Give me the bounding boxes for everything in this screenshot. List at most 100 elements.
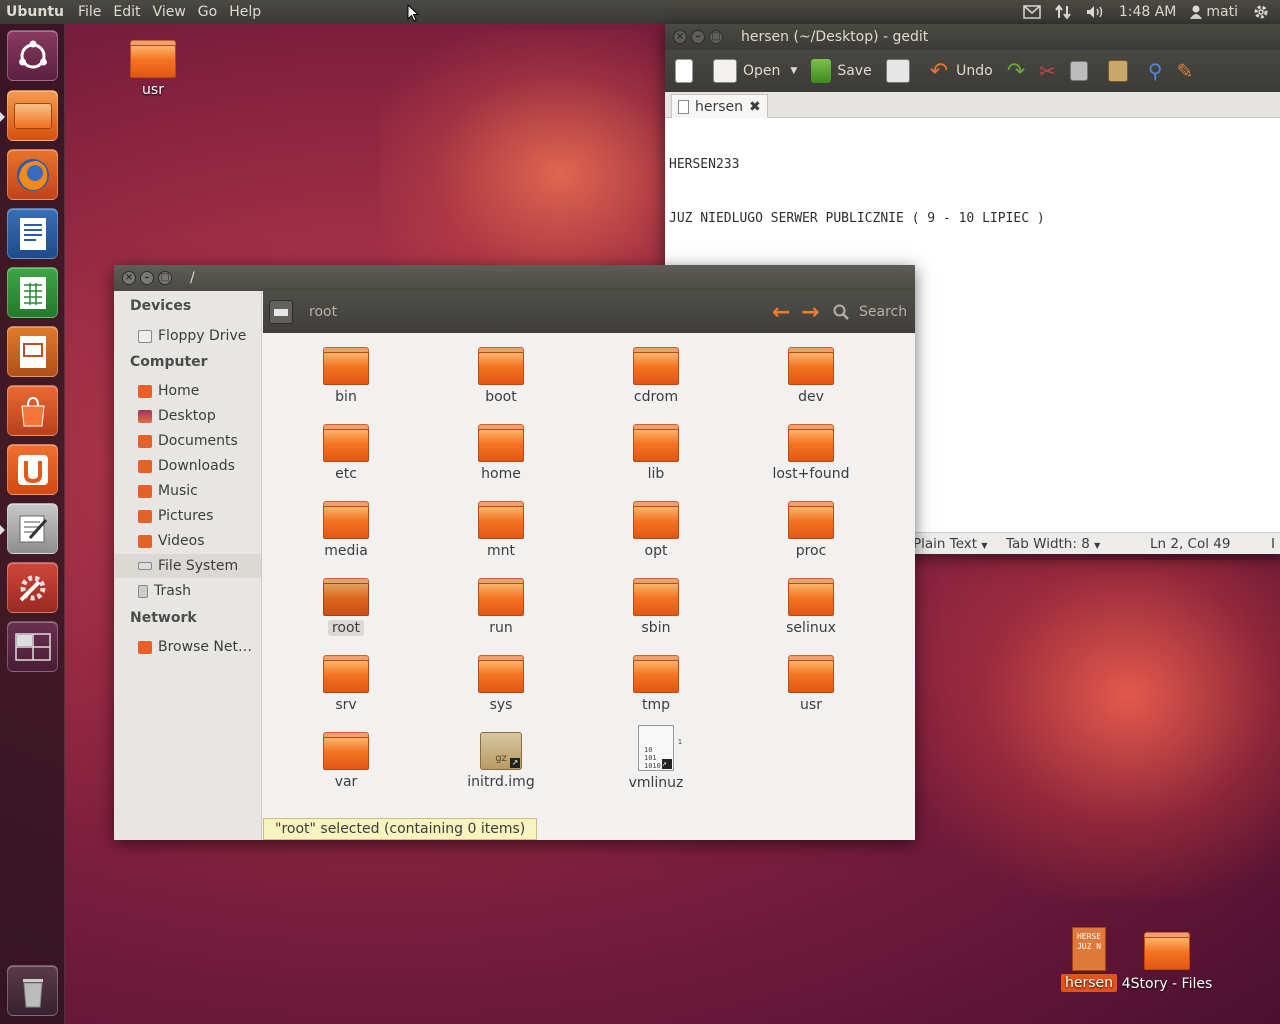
find-replace-icon: ✎ xyxy=(1176,59,1194,83)
forward-arrow-icon[interactable]: → xyxy=(801,300,819,325)
close-button[interactable]: × xyxy=(673,30,687,44)
desktop-icon-label: hersen xyxy=(1060,974,1118,992)
paste-button[interactable] xyxy=(1107,60,1134,82)
desktop-icon-4story[interactable]: 4Story - Files xyxy=(1116,932,1218,992)
file-item[interactable]: boot xyxy=(446,347,556,405)
sidebar-header-devices: Devices xyxy=(130,298,192,314)
text-editor-launcher[interactable] xyxy=(7,503,58,554)
file-item[interactable]: selinux xyxy=(756,578,866,636)
text-editor-icon xyxy=(19,515,47,542)
minimize-button[interactable]: – xyxy=(691,30,705,44)
redo-button[interactable]: ↷ xyxy=(1007,59,1025,84)
gedit-titlebar[interactable]: × – □ hersen (~/Desktop) - gedit xyxy=(665,24,1280,50)
chevron-down-icon[interactable]: ▼ xyxy=(790,66,797,76)
file-item-selected[interactable]: root xyxy=(291,578,401,636)
save-button[interactable]: Save xyxy=(811,59,872,83)
tab-width-label: Tab Width: 8 xyxy=(1006,535,1090,552)
user-name: mati xyxy=(1206,4,1238,20)
sidebar-item-videos[interactable]: Videos xyxy=(114,529,261,553)
menu-file[interactable]: File xyxy=(72,4,107,20)
copy-button[interactable] xyxy=(1069,61,1094,81)
volume-icon[interactable] xyxy=(1085,4,1105,20)
print-button[interactable] xyxy=(885,59,916,83)
file-item[interactable]: mnt xyxy=(446,501,556,559)
file-item[interactable]: lib xyxy=(601,424,711,482)
files-launcher[interactable] xyxy=(7,90,58,141)
open-button[interactable]: Open ▼ xyxy=(713,59,797,83)
desktop-icon-usr[interactable]: usr xyxy=(108,40,198,98)
trash-launcher[interactable] xyxy=(7,965,58,1016)
file-item[interactable]: run xyxy=(446,578,556,636)
file-item[interactable]: sys xyxy=(446,655,556,713)
save-icon xyxy=(811,59,832,83)
sidebar-item-documents[interactable]: Documents xyxy=(114,429,261,453)
sidebar-item-downloads[interactable]: Downloads xyxy=(114,454,261,478)
location-label[interactable]: root xyxy=(309,304,337,320)
ubuntu-one-launcher[interactable] xyxy=(7,444,58,495)
workspace-switcher-launcher[interactable] xyxy=(7,621,58,672)
root-crumb-button[interactable] xyxy=(269,300,293,324)
document-tab[interactable]: hersen ✖ xyxy=(671,94,768,118)
gear-icon[interactable] xyxy=(1252,3,1270,21)
impress-launcher[interactable] xyxy=(7,326,58,377)
close-button[interactable]: × xyxy=(122,271,136,285)
writer-launcher[interactable] xyxy=(7,208,58,259)
file-item[interactable]: gz ↗ initrd.img xyxy=(446,732,556,790)
menu-edit[interactable]: Edit xyxy=(107,4,146,20)
undo-button[interactable]: ↶ Undo xyxy=(930,59,993,84)
network-icon[interactable] xyxy=(1055,4,1071,20)
language-label: Plain Text xyxy=(913,535,978,552)
app-name[interactable]: Ubuntu xyxy=(0,4,72,20)
sidebar-item-filesystem[interactable]: File System xyxy=(114,554,261,578)
folder-icon xyxy=(478,424,524,462)
file-item[interactable]: cdrom xyxy=(601,347,711,405)
sidebar-item-desktop[interactable]: Desktop xyxy=(114,404,261,428)
language-selector[interactable]: Plain Text ▼ xyxy=(913,536,988,552)
file-item[interactable]: dev xyxy=(756,347,866,405)
clock[interactable]: 1:48 AM xyxy=(1119,4,1177,20)
file-item[interactable]: srv xyxy=(291,655,401,713)
find-button[interactable]: ⚲ xyxy=(1148,59,1163,83)
file-item[interactable]: usr xyxy=(756,655,866,713)
file-item[interactable]: proc xyxy=(756,501,866,559)
file-item[interactable]: opt xyxy=(601,501,711,559)
close-tab-icon[interactable]: ✖ xyxy=(749,99,761,115)
new-button[interactable] xyxy=(675,59,699,83)
sidebar-item-music[interactable]: Music xyxy=(114,479,261,503)
sidebar-item-pictures[interactable]: Pictures xyxy=(114,504,261,528)
search-button[interactable]: Search xyxy=(833,304,907,320)
sidebar-item-floppy[interactable]: Floppy Drive xyxy=(114,324,261,348)
file-manager-window: × – □ / Devices Floppy Drive Computer Ho… xyxy=(114,265,915,840)
dash-home-button[interactable] xyxy=(7,30,58,81)
back-arrow-icon[interactable]: ← xyxy=(772,300,790,325)
mail-icon[interactable] xyxy=(1023,5,1041,19)
file-item[interactable]: media xyxy=(291,501,401,559)
sidebar-item-browse-network[interactable]: Browse Net… xyxy=(114,635,261,659)
file-item[interactable]: tmp xyxy=(601,655,711,713)
maximize-button[interactable]: □ xyxy=(158,271,172,285)
menu-go[interactable]: Go xyxy=(192,4,223,20)
file-item[interactable]: lost+found xyxy=(756,424,866,482)
maximize-button[interactable]: □ xyxy=(709,30,723,44)
file-item[interactable]: var xyxy=(291,732,401,790)
user-menu[interactable]: mati xyxy=(1190,4,1238,20)
file-item[interactable]: etc xyxy=(291,424,401,482)
system-settings-launcher[interactable] xyxy=(7,562,58,613)
tab-width-selector[interactable]: Tab Width: 8 ▼ xyxy=(1006,536,1100,552)
replace-button[interactable]: ✎ xyxy=(1177,59,1194,83)
sidebar-item-home[interactable]: Home xyxy=(114,379,261,403)
file-item[interactable]: 1 10 101 1010 ↗ vmlinuz xyxy=(601,725,711,791)
minimize-button[interactable]: – xyxy=(140,271,154,285)
cut-button[interactable]: ✂ xyxy=(1039,59,1056,83)
menu-view[interactable]: View xyxy=(147,4,192,20)
calc-launcher[interactable] xyxy=(7,267,58,318)
file-label: etc xyxy=(335,466,357,482)
software-center-launcher[interactable] xyxy=(7,385,58,436)
file-manager-titlebar[interactable]: × – □ / xyxy=(114,265,915,291)
firefox-launcher[interactable] xyxy=(7,149,58,200)
sidebar-item-trash[interactable]: Trash xyxy=(114,579,261,603)
file-item[interactable]: sbin xyxy=(601,578,711,636)
file-item[interactable]: bin xyxy=(291,347,401,405)
file-item[interactable]: home xyxy=(446,424,556,482)
menu-help[interactable]: Help xyxy=(223,4,267,20)
